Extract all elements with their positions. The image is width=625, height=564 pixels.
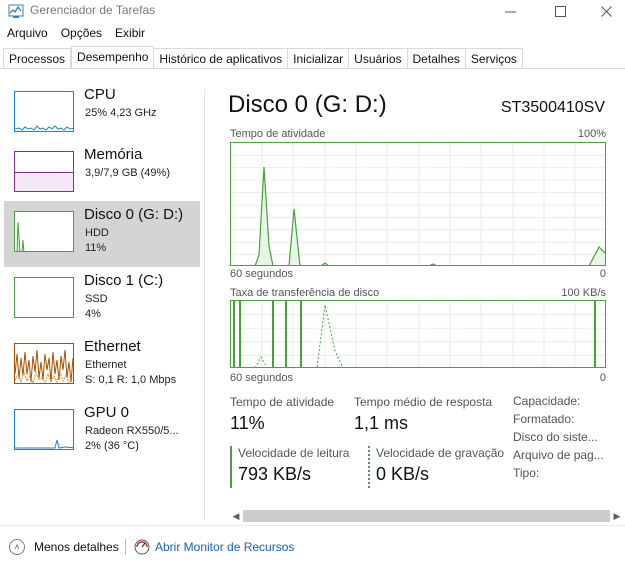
gpu-name: GPU 0 — [84, 404, 130, 421]
capacity-label: Capacidade: — [513, 394, 581, 408]
page-title: Disco 0 (G: D:) — [228, 91, 387, 118]
ethernet-thumbnail — [14, 343, 74, 384]
gpu-usage: 2% (36 °C) — [85, 440, 139, 452]
graph1-max: 100% — [577, 128, 606, 140]
ethernet-name: Ethernet — [84, 338, 141, 355]
graph1-min: 0 — [599, 268, 606, 280]
disk0-thumbnail — [14, 211, 74, 252]
read-speed-marker — [230, 446, 232, 488]
graph2-label: Taxa de transferência de disco — [230, 287, 380, 299]
chevron-up-icon[interactable]: ˄ — [9, 539, 25, 555]
response-time-label: Tempo médio de resposta — [354, 395, 493, 409]
gpu-model: Radeon RX550/5... — [85, 425, 179, 437]
minimize-icon — [504, 11, 516, 12]
tab-detalhes[interactable]: Detalhes — [407, 48, 466, 69]
disk1-thumbnail — [14, 277, 74, 318]
resource-list: CPU 25% 4,23 GHz Memória 3,9/7,9 GB (49%… — [0, 69, 205, 524]
active-time-value: 11% — [230, 413, 265, 433]
resource-monitor-icon[interactable] — [134, 539, 150, 555]
disk0-usage: 11% — [85, 242, 107, 254]
response-time-value: 1,1 ms — [354, 413, 409, 433]
active-time-graph — [230, 142, 606, 266]
cpu-thumbnail — [14, 91, 74, 132]
menu-arquivo[interactable]: Arquivo — [0, 22, 54, 44]
maximize-icon — [554, 5, 566, 17]
memory-detail: 3,9/7,9 GB (49%) — [85, 167, 170, 179]
menu-opcoes[interactable]: Opções — [54, 22, 108, 44]
window-title: Gerenciador de Tarefas — [30, 3, 156, 17]
scroll-right-arrow-icon[interactable]: ▶ — [610, 509, 624, 523]
title-bar: Gerenciador de Tarefas — [0, 0, 625, 22]
tab-desempenho[interactable]: Desempenho — [71, 46, 155, 69]
ethernet-adapter: Ethernet — [85, 359, 127, 371]
write-speed-value: 0 KB/s — [376, 464, 430, 484]
read-speed-label: Velocidade de leitura — [238, 446, 350, 460]
gpu-thumbnail — [14, 409, 74, 450]
scrollbar-thumb[interactable] — [243, 510, 610, 522]
resource-memory[interactable]: Memória 3,9/7,9 GB (49%) — [4, 141, 200, 207]
system-disk-label: Disco do siste... — [513, 430, 598, 444]
memory-thumbnail — [14, 151, 74, 192]
resource-disk0[interactable]: Disco 0 (G: D:) HDD 11% — [4, 201, 200, 267]
disk-model: ST3500410SV — [500, 99, 605, 116]
task-manager-icon — [8, 4, 24, 18]
page-file-label: Arquivo de pag... — [513, 448, 604, 462]
type-label: Tipo: — [513, 466, 540, 480]
disk1-type: SSD — [85, 293, 108, 305]
disk0-type: HDD — [85, 227, 109, 239]
tab-historico[interactable]: Histórico de aplicativos — [154, 48, 289, 69]
close-icon — [600, 5, 612, 17]
resource-disk1[interactable]: Disco 1 (C:) SSD 4% — [4, 267, 200, 333]
tab-processos[interactable]: Processos — [3, 48, 72, 69]
horizontal-scrollbar[interactable]: ◀ ▶ — [229, 508, 625, 525]
formatted-label: Formatado: — [513, 412, 575, 426]
write-speed-label: Velocidade de gravação — [376, 446, 505, 460]
disk-detail-panel: Disco 0 (G: D:) ST3500410SV Tempo de ati… — [206, 69, 625, 524]
graph2-time: 60 segundos — [230, 372, 293, 384]
active-time-label: Tempo de atividade — [230, 395, 335, 409]
footer-separator — [125, 539, 126, 555]
cpu-name: CPU — [84, 86, 116, 103]
maximize-button[interactable] — [537, 0, 583, 22]
footer-divider — [0, 525, 625, 526]
resource-gpu[interactable]: GPU 0 Radeon RX550/5... 2% (36 °C) — [4, 399, 200, 465]
tab-bar: Processos Desempenho Histórico de aplica… — [3, 46, 523, 69]
tab-inicializar[interactable]: Inicializar — [288, 48, 350, 69]
disk1-usage: 4% — [85, 308, 101, 320]
menu-bar: Arquivo Opções Exibir — [0, 22, 151, 44]
scroll-left-arrow-icon[interactable]: ◀ — [229, 509, 243, 523]
cpu-detail: 25% 4,23 GHz — [85, 107, 157, 119]
resource-ethernet[interactable]: Ethernet Ethernet S: 0,1 R: 1,0 Mbps — [4, 333, 200, 399]
fewer-details-button[interactable]: Menos detalhes — [34, 540, 119, 554]
disk1-name: Disco 1 (C:) — [84, 272, 164, 289]
disk0-name: Disco 0 (G: D:) — [84, 206, 184, 223]
footer: ˄ Menos detalhes Abrir Monitor de Recurs… — [0, 525, 625, 564]
resource-cpu[interactable]: CPU 25% 4,23 GHz — [4, 81, 200, 147]
memory-name: Memória — [84, 146, 143, 163]
minimize-button[interactable] — [487, 0, 533, 22]
graph1-label: Tempo de atividade — [230, 128, 326, 140]
graph2-max: 100 KB/s — [561, 287, 606, 299]
graph1-time: 60 segundos — [230, 268, 293, 280]
transfer-rate-graph — [230, 300, 606, 368]
write-speed-marker — [368, 446, 370, 488]
panel-separator — [204, 89, 205, 520]
graph2-min: 0 — [599, 372, 606, 384]
tab-usuarios[interactable]: Usuários — [349, 48, 408, 69]
read-speed-value: 793 KB/s — [238, 464, 312, 484]
ethernet-rate: S: 0,1 R: 1,0 Mbps — [85, 374, 177, 386]
resource-monitor-link[interactable]: Abrir Monitor de Recursos — [155, 540, 294, 554]
menu-exibir[interactable]: Exibir — [108, 22, 151, 44]
tab-servicos[interactable]: Serviços — [465, 48, 523, 69]
close-button[interactable] — [583, 0, 625, 22]
